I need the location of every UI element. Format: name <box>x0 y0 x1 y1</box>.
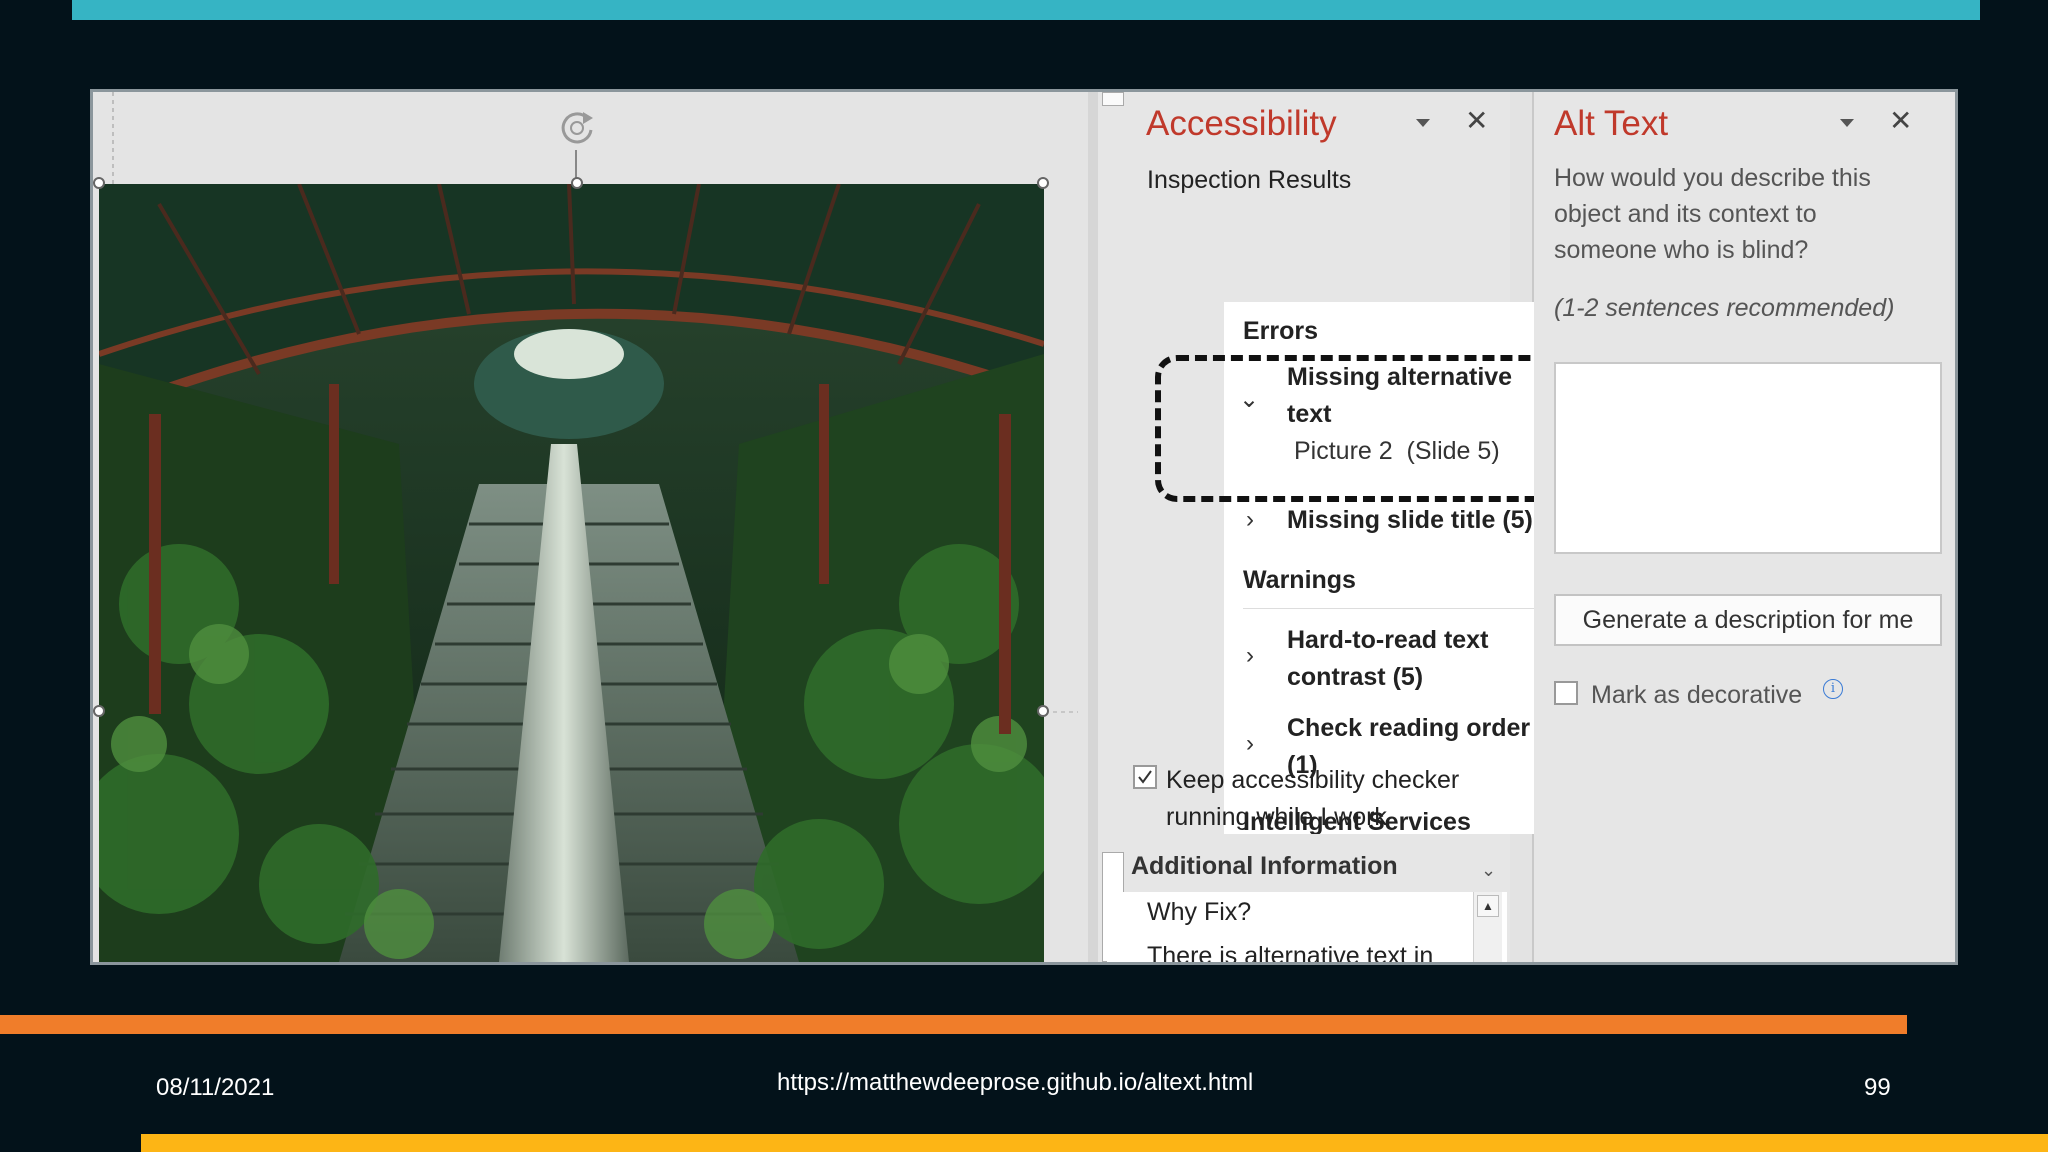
close-icon[interactable]: ✕ <box>1889 104 1912 137</box>
chevron-right-icon: › <box>1246 642 1254 669</box>
pane-options-caret-icon[interactable] <box>1840 119 1854 127</box>
list-item-missing-slide-title[interactable]: › Missing slide title (5) <box>1224 502 1564 542</box>
accessibility-title: Accessibility <box>1146 104 1337 143</box>
generate-description-button[interactable]: Generate a description for me <box>1554 594 1942 646</box>
orange-accent-bar <box>0 1015 1907 1034</box>
info-icon[interactable]: i <box>1823 679 1843 699</box>
slide-canvas <box>93 92 1088 962</box>
checkmark-icon <box>1138 770 1152 784</box>
keep-running-checkbox[interactable] <box>1133 765 1157 789</box>
alt-question-line2: object and its context to <box>1554 200 1817 228</box>
why-fix-box: Why Fix? There is alternative text in ▲ <box>1107 892 1507 962</box>
canvas-gap <box>1088 92 1098 962</box>
chevron-right-icon: › <box>1246 730 1254 757</box>
warnings-heading: Warnings <box>1243 566 1356 594</box>
resize-handle-left[interactable] <box>93 705 105 717</box>
powerpoint-screenshot: Accessibility ✕ Inspection Results Error… <box>90 89 1958 965</box>
close-icon[interactable]: ✕ <box>1465 104 1488 137</box>
escalator-photo <box>99 184 1044 962</box>
why-fix-label: Why Fix? <box>1147 898 1252 926</box>
resize-handle-top-right[interactable] <box>1037 177 1049 189</box>
alt-hint: (1-2 sentences recommended) <box>1554 294 1895 322</box>
alt-text-input[interactable] <box>1554 362 1942 554</box>
alt-question-line1: How would you describe this <box>1554 164 1871 192</box>
mark-decorative-label: Mark as decorative <box>1591 681 1803 709</box>
scroll-up-icon[interactable]: ▲ <box>1477 895 1499 917</box>
chevron-down-icon[interactable]: ⌄ <box>1481 860 1496 881</box>
keep-running-label-line2: running while I work <box>1166 803 1387 831</box>
slide-number: 99 <box>1864 1074 1891 1101</box>
list-item-hard-to-read[interactable]: › Hard-to-read text contrast (5) <box>1224 622 1564 702</box>
keep-running-label-line1: Keep accessibility checker <box>1166 766 1460 794</box>
warning-contrast-line1: Hard-to-read text <box>1287 626 1489 654</box>
slide-scrollbar[interactable] <box>1098 92 1130 962</box>
error-missing-slide-title: Missing slide title (5) <box>1287 506 1533 534</box>
top-accent-bar <box>72 0 1980 20</box>
pane-options-caret-icon[interactable] <box>1416 119 1430 127</box>
yellow-accent-bar <box>141 1134 2048 1152</box>
why-fix-scrollbar[interactable]: ▲ <box>1473 892 1502 962</box>
resize-handle-right[interactable] <box>1037 705 1049 717</box>
footer-url[interactable]: https://matthewdeeprose.github.io/altext… <box>777 1069 1253 1097</box>
alt-question-line3: someone who is blind? <box>1554 236 1809 264</box>
alt-text-title: Alt Text <box>1554 104 1669 143</box>
slide-scroll-up[interactable] <box>1102 92 1124 106</box>
why-fix-text: There is alternative text in <box>1147 942 1434 965</box>
divider <box>1243 608 1563 609</box>
chevron-right-icon: › <box>1246 506 1254 533</box>
errors-heading: Errors <box>1243 317 1319 345</box>
warning-contrast-line2: contrast (5) <box>1287 663 1424 691</box>
footer-date: 08/11/2021 <box>156 1074 275 1101</box>
rotate-handle-icon[interactable] <box>553 104 601 152</box>
additional-information-heading[interactable]: Additional Information <box>1131 852 1398 881</box>
slide-picture[interactable] <box>99 184 1044 962</box>
warning-reading-order-line1: Check reading order <box>1287 714 1531 742</box>
resize-handle-top-left[interactable] <box>93 177 105 189</box>
inspection-results-label: Inspection Results <box>1147 166 1352 194</box>
resize-handle-top[interactable] <box>571 177 583 189</box>
mark-decorative-checkbox[interactable] <box>1554 681 1578 705</box>
